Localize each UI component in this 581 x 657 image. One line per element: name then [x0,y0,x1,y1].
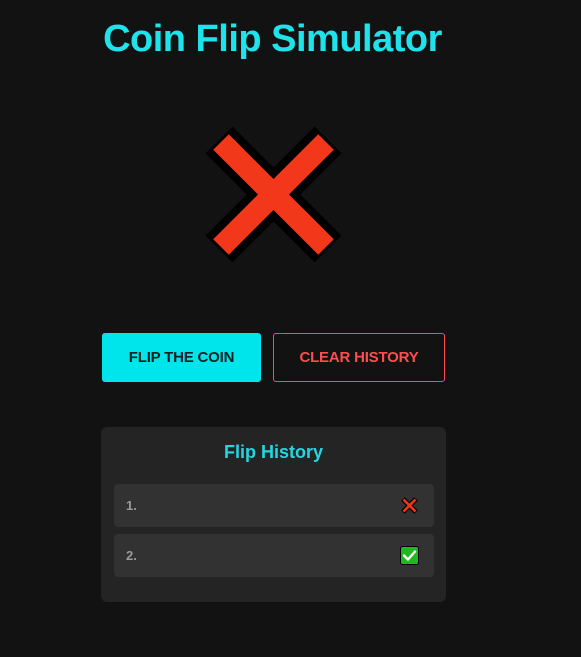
history-item: 1. [114,484,434,527]
flip-history-panel: Flip History 1. 2. [101,427,446,602]
check-mark-icon [400,546,419,565]
coin-result [201,122,346,267]
clear-history-button[interactable]: CLEAR HISTORY [273,333,445,382]
history-title: Flip History [223,442,323,462]
flip-coin-button[interactable]: FLIP THE COIN [102,333,261,382]
page-title: Coin Flip Simulator [103,18,442,60]
cross-mark-icon [205,126,342,263]
history-item-index: 2. [126,548,137,563]
cross-mark-icon [400,496,419,515]
history-item-index: 1. [126,498,137,513]
app-root: Coin Flip Simulator FLIP THE COIN CLEAR … [0,0,581,657]
history-item: 2. [114,534,434,577]
